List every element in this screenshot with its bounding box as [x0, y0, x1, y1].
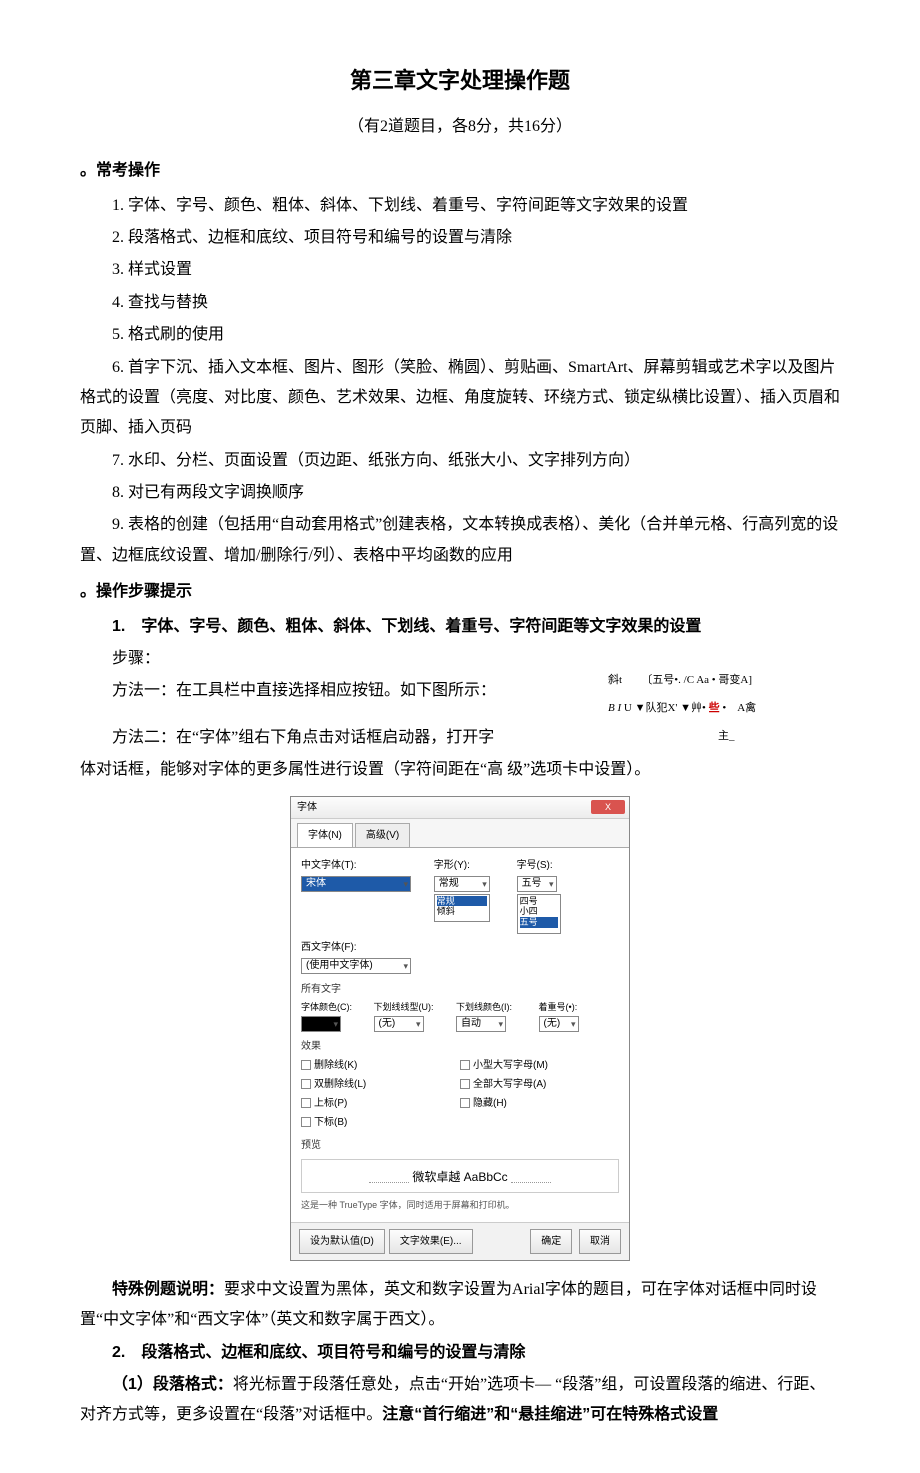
dialog-body: 中文字体(T): 宋体 字形(Y): 常规 常规 倾斜 字号(S): 五号 四号	[291, 847, 629, 1222]
section2-label: 操作步骤提示	[96, 583, 192, 600]
cb-hidden[interactable]: 隐藏(H)	[460, 1094, 619, 1113]
tab-advanced[interactable]: 高级(V)	[355, 823, 410, 847]
para1-bold-tail: 注意“首行缩进”和“悬挂缩进”可在特殊格式设置	[382, 1406, 718, 1423]
ribbon-line-2: B I U ▼队犯X' ▼艸• 些 • A禽	[608, 700, 840, 718]
page-title: 第三章文字处理操作题	[80, 60, 840, 102]
step-label: 步骤：	[80, 644, 840, 674]
dotted-line	[511, 1173, 551, 1183]
row-west-font: 西文字体(F): (使用中文字体)	[301, 938, 619, 976]
select-style[interactable]: 常规	[434, 876, 490, 892]
ribbon-snippet: 斜t 〔五号•. /C Aa • 哥变A] B I U ▼队犯X' ▼艸• 些 …	[600, 672, 840, 745]
list-size[interactable]: 四号 小四 五号	[517, 894, 561, 934]
ribbon-highlight-icon: 些	[709, 702, 720, 714]
op-item-2: 2. 段落格式、边框和底纹、项目符号和编号的设置与清除	[80, 223, 840, 253]
op-item-8: 8. 对已有两段文字调换顺序	[80, 478, 840, 508]
select-font-color[interactable]	[301, 1016, 341, 1032]
section1-label: 常考操作	[96, 162, 160, 179]
op-item-7: 7. 水印、分栏、页面设置（页边距、纸张方向、纸张大小、文字排列方向）	[80, 446, 840, 476]
btn-text-effect[interactable]: 文字效果(E)...	[389, 1229, 473, 1254]
op-item-9: 9. 表格的创建（包括用“自动套用格式”创建表格，文本转换成表格）、美化（合并单…	[80, 510, 840, 571]
select-size[interactable]: 五号	[517, 876, 557, 892]
bullet-circle: 。	[80, 583, 96, 600]
effects-grid: 删除线(K) 双删除线(L) 上标(P) 下标(B) 小型大写字母(M) 全部大…	[301, 1056, 619, 1132]
para-format-paragraph: （1）段落格式：将光标置于段落任意处，点击“开始”选项卡— “段落”组，可设置段…	[80, 1370, 840, 1431]
cb-all-caps[interactable]: 全部大写字母(A)	[460, 1075, 619, 1094]
label-underline-color: 下划线颜色(I):	[456, 1002, 512, 1012]
cb-strikethrough[interactable]: 删除线(K)	[301, 1056, 460, 1075]
section-frequently-tested: 。常考操作	[80, 156, 840, 186]
select-underline-color[interactable]: 自动	[456, 1016, 506, 1032]
btn-set-default[interactable]: 设为默认值(D)	[299, 1229, 385, 1254]
page-subtitle: （有2道题目，各8分，共16分）	[80, 112, 840, 142]
op-item-4: 4. 查找与替换	[80, 288, 840, 318]
cb-superscript[interactable]: 上标(P)	[301, 1094, 460, 1113]
cb-subscript[interactable]: 下标(B)	[301, 1113, 460, 1132]
dialog-footer: 设为默认值(D) 文字效果(E)... 确定 取消	[291, 1222, 629, 1260]
step-2-heading: 2. 段落格式、边框和底纹、项目符号和编号的设置与清除	[80, 1338, 840, 1368]
section-operation-hints: 。操作步骤提示	[80, 577, 840, 607]
cb-double-strike[interactable]: 双删除线(L)	[301, 1075, 460, 1094]
label-style: 字形(Y):	[434, 856, 470, 875]
label-west-font: 西文字体(F):	[301, 938, 357, 957]
list-item[interactable]: 倾斜	[437, 906, 455, 916]
cb-small-caps[interactable]: 小型大写字母(M)	[460, 1056, 619, 1075]
row-fonts: 中文字体(T): 宋体 字形(Y): 常规 常规 倾斜 字号(S): 五号 四号	[301, 856, 619, 934]
op-item-5: 5. 格式刷的使用	[80, 320, 840, 350]
font-dialog-figure: 字体 X 字体(N)高级(V) 中文字体(T): 宋体 字形(Y): 常规 常规…	[80, 796, 840, 1261]
group-all-text: 所有文字	[301, 980, 619, 999]
op-item-6: 6. 首字下沉、插入文本框、图片、图形（笑脸、椭圆）、剪贴画、SmartArt、…	[80, 353, 840, 444]
ribbon-line-3: 主_	[608, 728, 840, 746]
group-preview: 预览	[301, 1136, 619, 1155]
op-item-3: 3. 样式设置	[80, 255, 840, 285]
list-item[interactable]: 常规	[437, 896, 487, 907]
ribbon-text: 斜t	[608, 674, 622, 686]
step-1-heading: 1. 字体、字号、颜色、粗体、斜体、下划线、着重号、字符间距等文字效果的设置	[80, 612, 840, 642]
row-all-text: 字体颜色(C): 下划线线型(U): (无) 下划线颜色(I): 自动 着重号(…	[301, 999, 619, 1033]
select-cn-font[interactable]: 宋体	[301, 876, 411, 892]
ribbon-biu: B I	[608, 702, 621, 714]
ribbon-text: 〔五号•. /C Aa • 哥变A]	[641, 674, 752, 686]
list-item[interactable]: 小四	[520, 906, 538, 916]
method-2b: 体对话框，能够对字体的更多属性进行设置（字符间距在“高 级”选项卡中设置）。	[80, 755, 840, 785]
bullet-circle: 。	[80, 162, 96, 179]
label-size: 字号(S):	[517, 856, 553, 875]
ribbon-text: U ▼队犯X' ▼艸•	[624, 702, 709, 714]
label-cn-font: 中文字体(T):	[301, 856, 357, 875]
op-item-1: 1. 字体、字号、颜色、粗体、斜体、下划线、着重号、字符间距等文字效果的设置	[80, 191, 840, 221]
label-font-color: 字体颜色(C):	[301, 1002, 352, 1012]
label-underline-style: 下划线线型(U):	[374, 1002, 434, 1012]
dialog-titlebar: 字体 X	[291, 797, 629, 819]
select-emphasis[interactable]: (无)	[539, 1016, 579, 1032]
preview-text: 微软卓越 AaBbCc	[412, 1170, 507, 1184]
special-note-paragraph: 特殊例题说明：要求中文设置为黑体，英文和数字设置为Arial字体的题目，可在字体…	[80, 1275, 840, 1336]
list-style[interactable]: 常规 倾斜	[434, 894, 490, 922]
select-west-font[interactable]: (使用中文字体)	[301, 958, 411, 974]
dialog-title: 字体	[297, 802, 317, 813]
close-icon[interactable]: X	[591, 800, 625, 814]
btn-ok[interactable]: 确定	[530, 1229, 572, 1254]
label-emphasis: 着重号(•):	[539, 1002, 578, 1012]
list-item[interactable]: 五号	[520, 917, 558, 928]
dialog-tabs: 字体(N)高级(V)	[291, 819, 629, 847]
dotted-line	[369, 1173, 409, 1183]
group-effects: 效果	[301, 1037, 619, 1056]
list-item[interactable]: 四号	[520, 896, 538, 906]
para1-label: （1）段落格式：	[112, 1376, 233, 1393]
special-note-label: 特殊例题说明：	[112, 1281, 224, 1298]
preview-note: 这是一种 TrueType 字体，同时适用于屏幕和打印机。	[301, 1197, 619, 1214]
tab-font[interactable]: 字体(N)	[297, 823, 353, 847]
ribbon-text: • A禽	[722, 702, 756, 714]
font-dialog: 字体 X 字体(N)高级(V) 中文字体(T): 宋体 字形(Y): 常规 常规…	[290, 796, 630, 1261]
select-underline-style[interactable]: (无)	[374, 1016, 424, 1032]
btn-cancel[interactable]: 取消	[579, 1229, 621, 1254]
ribbon-line-1: 斜t 〔五号•. /C Aa • 哥变A]	[608, 672, 840, 690]
preview-box: 微软卓越 AaBbCc	[301, 1159, 619, 1193]
